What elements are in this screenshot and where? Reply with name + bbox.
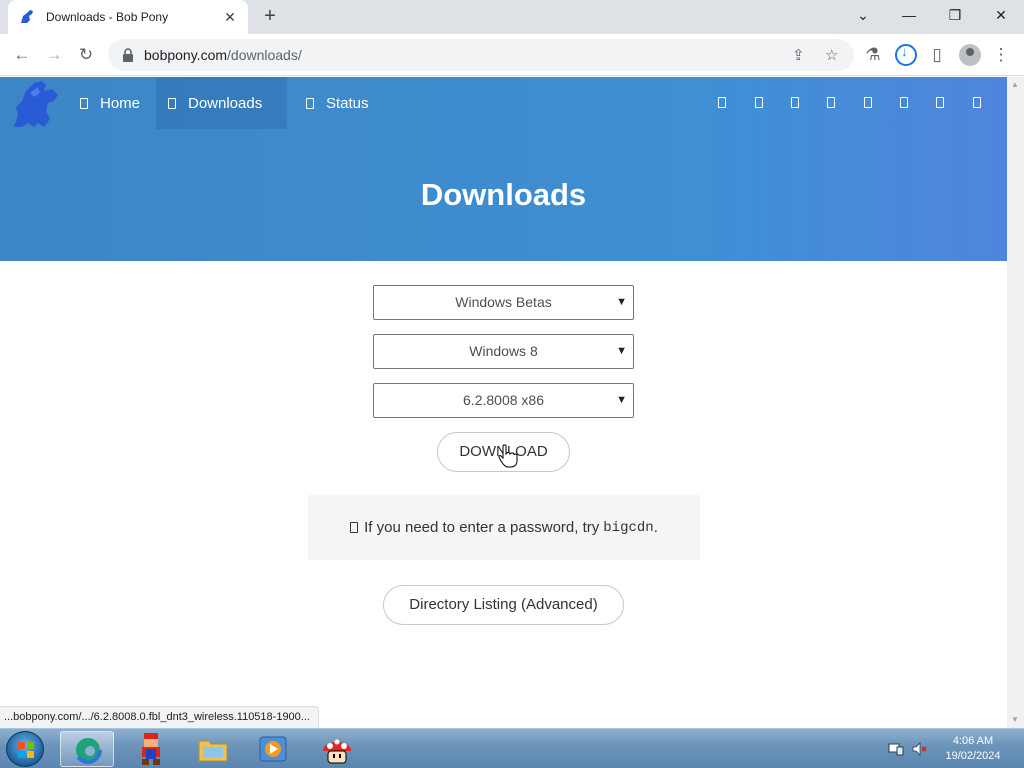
home-icon: [80, 97, 88, 109]
product-select-value: Windows 8: [469, 343, 538, 359]
tab-search-button[interactable]: ⌄: [840, 0, 886, 30]
bobpony-logo[interactable]: [10, 79, 62, 129]
category-select-value: Windows Betas: [455, 294, 552, 310]
hero-banner: Home Downloads Status Downloads: [0, 77, 1007, 261]
category-select[interactable]: Windows Betas ▼: [373, 285, 634, 320]
mushroom-icon: [323, 739, 351, 764]
tab-close-icon[interactable]: ✕: [222, 9, 238, 26]
taskbar-mario-app[interactable]: [124, 731, 178, 767]
downloads-icon: [168, 97, 176, 109]
taskbar-mushroom-app[interactable]: [310, 731, 364, 767]
start-button[interactable]: [6, 731, 44, 767]
maximize-button[interactable]: ❐: [932, 0, 978, 30]
scroll-up-icon[interactable]: ▲: [1011, 80, 1019, 89]
build-select[interactable]: 6.2.8008 x86 ▼: [373, 383, 634, 418]
nav-home-label: Home: [100, 94, 141, 112]
notice-suffix: .: [653, 519, 658, 536]
status-icon: [306, 97, 314, 109]
taskbar-clock[interactable]: 4:06 AM 19/02/2024: [938, 734, 1008, 764]
scroll-down-icon[interactable]: ▼: [1011, 715, 1019, 724]
volume-muted-icon[interactable]: [912, 741, 928, 757]
chevron-down-icon: ▼: [616, 296, 627, 308]
page-title: Downloads: [420, 177, 587, 212]
labs-flask-icon[interactable]: ⚗: [860, 42, 886, 68]
taskbar-media-player[interactable]: [246, 731, 300, 767]
close-window-button[interactable]: ✕: [978, 0, 1024, 30]
taskbar-edge-browser[interactable]: [60, 731, 114, 767]
taskbar-file-explorer[interactable]: [186, 731, 240, 767]
share-icon[interactable]: ⇪: [792, 46, 805, 64]
nav-status[interactable]: Status: [294, 77, 381, 129]
url-host: bobpony.com: [144, 47, 228, 63]
notice-text: If you need to enter a password, try: [364, 519, 600, 536]
profile-avatar[interactable]: [959, 44, 981, 66]
windows-taskbar: 4:06 AM 19/02/2024: [0, 728, 1024, 768]
site-navbar: Home Downloads Status: [0, 77, 1007, 129]
new-tab-button[interactable]: +: [258, 5, 282, 29]
social-icon-6[interactable]: [900, 97, 908, 108]
social-icon-5[interactable]: [864, 97, 872, 108]
chevron-down-icon: ▼: [616, 394, 627, 406]
nav-downloads[interactable]: Downloads: [156, 77, 287, 129]
network-icon[interactable]: [888, 741, 904, 757]
page-scrollbar[interactable]: ▲ ▼: [1007, 77, 1024, 728]
password-notice: If you need to enter a password, try big…: [308, 495, 700, 560]
clock-time: 4:06 AM: [952, 735, 994, 747]
browser-toolbar: ← → ↻ bobpony.com /downloads/ ⇪ ☆ ⚗ ▯ ⋮: [0, 34, 1024, 76]
social-icon-8[interactable]: [973, 97, 981, 108]
social-icon-2[interactable]: [755, 97, 763, 108]
mario-icon: [142, 733, 160, 765]
edge-browser-icon: [74, 736, 102, 764]
tab-strip: Downloads - Bob Pony ✕ + ⌄ — ❐ ✕: [0, 0, 1024, 34]
tab-downloads[interactable]: Downloads - Bob Pony ✕: [8, 0, 248, 34]
social-icon-3[interactable]: [791, 97, 799, 108]
hand-cursor-icon: [498, 444, 518, 468]
media-player-icon: [259, 736, 287, 762]
windows-logo-icon: [18, 742, 34, 758]
info-icon: [350, 522, 359, 533]
link-status-bubble: ...bobpony.com/.../6.2.8008.0.fbl_dnt3_w…: [0, 706, 319, 728]
tab-title: Downloads - Bob Pony: [46, 10, 169, 24]
product-select[interactable]: Windows 8 ▼: [373, 334, 634, 369]
lock-icon: [123, 48, 133, 62]
directory-listing-button[interactable]: Directory Listing (Advanced): [383, 585, 624, 625]
reload-icon[interactable]: ↻: [73, 42, 99, 68]
back-icon[interactable]: ←: [9, 42, 35, 68]
build-select-value: 6.2.8008 x86: [463, 392, 544, 408]
minimize-button[interactable]: —: [886, 0, 932, 30]
nav-downloads-label: Downloads: [188, 94, 263, 112]
notice-password-code: bigcdn: [603, 519, 654, 536]
chevron-down-icon: ▼: [616, 345, 627, 357]
downloads-indicator-icon[interactable]: [895, 44, 917, 66]
address-bar[interactable]: bobpony.com /downloads/ ⇪ ☆: [108, 39, 854, 71]
menu-kebab-icon[interactable]: ⋮: [988, 42, 1014, 68]
clock-date: 19/02/2024: [945, 750, 1001, 762]
social-icon-4[interactable]: [827, 97, 835, 108]
bookmark-star-icon[interactable]: ☆: [825, 46, 838, 64]
page-viewport: Home Downloads Status Downloads Windows …: [0, 77, 1007, 728]
folder-icon: [198, 740, 228, 762]
social-icon-7[interactable]: [936, 97, 944, 108]
forward-icon[interactable]: →: [41, 42, 67, 68]
bobpony-favicon-icon: [21, 10, 33, 23]
url-path: /downloads/: [227, 47, 302, 63]
nav-home[interactable]: Home: [68, 77, 152, 129]
sidepanel-icon[interactable]: ▯: [924, 42, 950, 68]
social-icon-1[interactable]: [718, 97, 726, 108]
nav-status-label: Status: [326, 94, 369, 112]
